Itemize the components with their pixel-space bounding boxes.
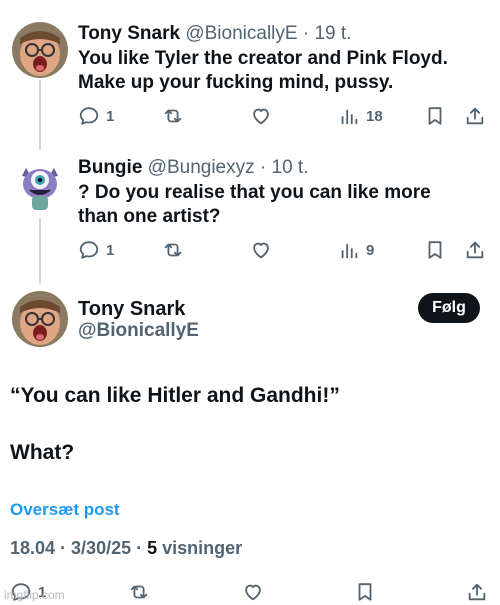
views-button[interactable]: 9 — [338, 238, 374, 262]
post-time[interactable]: · 19 t. — [303, 23, 352, 44]
repost-button[interactable] — [162, 104, 184, 128]
author-name[interactable]: Bungie — [78, 157, 142, 178]
watermark: imgflip.com — [4, 588, 65, 602]
avatar-face-icon — [12, 22, 68, 78]
share-icon — [466, 107, 484, 125]
reply-icon — [79, 241, 99, 259]
views-icon — [341, 109, 358, 125]
reply-icon — [79, 107, 99, 125]
main-post-text-line: “You can like Hitler and Gandhi!” — [10, 384, 340, 407]
tweet-text: ? Do you realise that you can like more … — [78, 181, 498, 229]
bookmark-button[interactable] — [424, 238, 446, 262]
author-name[interactable]: Tony Snark — [78, 23, 180, 44]
share-button[interactable] — [464, 238, 486, 262]
like-button[interactable] — [242, 580, 264, 604]
main-author-name[interactable]: Tony Snark — [78, 298, 185, 321]
translate-link[interactable]: Oversæt post — [10, 500, 120, 520]
tweet-text: You like Tyler the creator and Pink Floy… — [78, 47, 498, 95]
tweet-text-line: than one artist? — [78, 206, 221, 227]
like-button[interactable] — [250, 104, 272, 128]
author-handle[interactable]: @BionicallyE — [185, 23, 297, 44]
heart-icon — [253, 108, 269, 125]
tweet-actions: 1 9 — [78, 238, 488, 262]
main-author-handle[interactable]: @BionicallyE — [78, 320, 199, 342]
share-button[interactable] — [464, 104, 486, 128]
share-icon — [466, 241, 484, 259]
author-handle[interactable]: @Bungiexyz — [148, 157, 255, 178]
views-label: visninger — [157, 538, 243, 558]
tweet-text-line: You like Tyler the creator and Pink Floy… — [78, 48, 448, 69]
thread-line — [39, 80, 41, 150]
post-timestamp[interactable]: 18.04 · 3/30/25 · — [10, 538, 147, 558]
heart-icon — [253, 242, 269, 259]
repost-icon — [164, 109, 182, 123]
views-button[interactable]: 18 — [338, 104, 383, 128]
post-metadata: 18.04 · 3/30/25 · 5 visninger — [10, 538, 242, 559]
tweet-header: Tony Snark @BionicallyE · 19 t. — [78, 22, 351, 46]
bookmark-icon — [358, 583, 372, 601]
avatar-face-icon — [12, 291, 68, 347]
tweet-header: Bungie @Bungiexyz · 10 t. — [78, 156, 308, 180]
reply-button[interactable]: 1 — [78, 238, 114, 262]
avatar-bungie[interactable] — [12, 156, 68, 212]
tweet-text-line: ? Do you realise that you can like more — [78, 182, 431, 203]
bookmark-button[interactable] — [354, 580, 376, 604]
tweet-actions: 1 18 — [78, 104, 488, 128]
views-icon — [341, 243, 358, 259]
reply-button[interactable]: 1 — [78, 104, 114, 128]
tweet-text-line: Make up your fucking mind, pussy. — [78, 72, 394, 93]
bookmark-icon — [428, 107, 442, 125]
share-button[interactable] — [466, 580, 488, 604]
views-count: 18 — [366, 107, 383, 125]
repost-button[interactable] — [162, 238, 184, 262]
views-count: 5 — [147, 538, 158, 558]
repost-icon — [130, 585, 148, 599]
repost-icon — [164, 243, 182, 257]
views-count: 9 — [366, 241, 375, 259]
reply-count: 1 — [106, 107, 115, 125]
post-time[interactable]: · 10 t. — [260, 157, 309, 178]
main-post-text-line: What? — [10, 441, 75, 464]
bookmark-icon — [428, 241, 442, 259]
avatar-creature-icon — [12, 156, 68, 212]
main-post-actions: 1 — [10, 580, 490, 604]
reply-count: 1 — [106, 241, 115, 259]
thread-line — [39, 218, 41, 284]
heart-icon — [245, 584, 261, 601]
repost-button[interactable] — [128, 580, 150, 604]
avatar-tony-snark[interactable] — [12, 22, 68, 78]
like-button[interactable] — [250, 238, 272, 262]
bookmark-button[interactable] — [424, 104, 446, 128]
follow-button[interactable]: Følg — [418, 293, 480, 323]
avatar-tony-snark[interactable] — [12, 291, 68, 347]
share-icon — [468, 583, 486, 601]
